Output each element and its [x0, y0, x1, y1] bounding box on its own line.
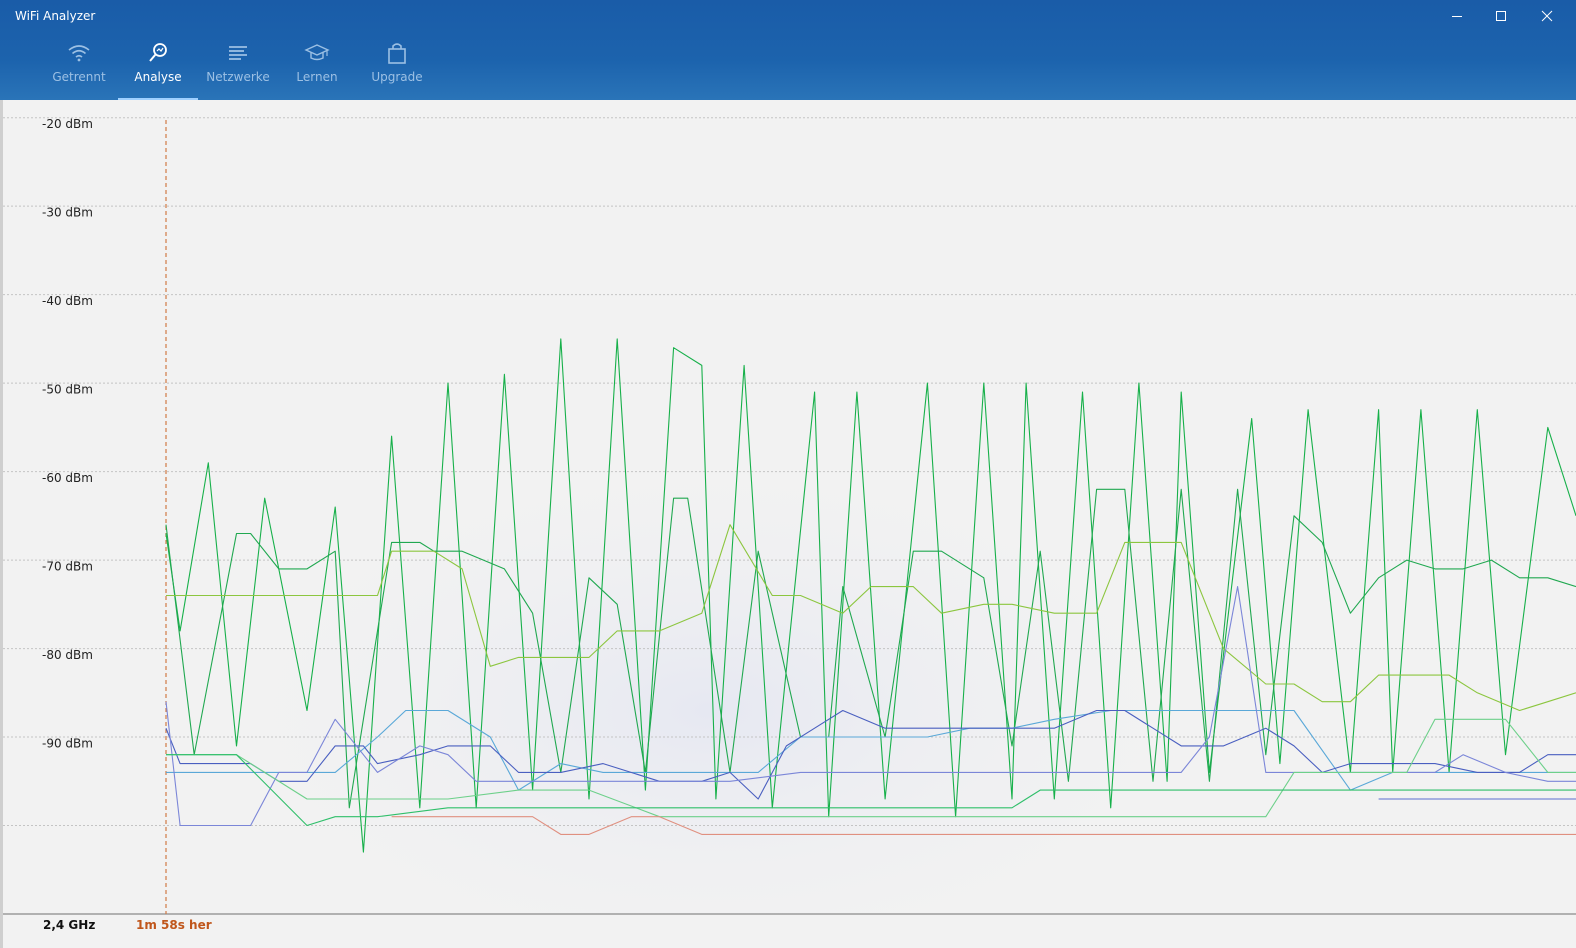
shopping-bag-icon: [388, 43, 406, 64]
chart-background: [3, 100, 1576, 914]
tab-netzwerke[interactable]: Netzwerke: [198, 38, 278, 100]
tab-lernen[interactable]: Lernen: [277, 38, 357, 100]
graduation-cap-icon: [304, 44, 330, 61]
signal-chart: -10 dBm-20 dBm-30 dBm-40 dBm-50 dBm-60 d…: [3, 100, 1576, 915]
wifi-icon: [68, 45, 90, 62]
tab-analyse[interactable]: Analyse: [118, 38, 198, 100]
maximize-icon: [1496, 11, 1506, 21]
tab-getrennt[interactable]: Getrennt: [39, 38, 119, 100]
frequency-band-label[interactable]: 2,4 GHz: [43, 918, 95, 932]
y-tick-label: -60 dBm: [42, 471, 93, 485]
y-tick-label: -80 dBm: [42, 648, 93, 662]
tab-label: Analyse: [134, 70, 182, 84]
tab-label: Upgrade: [371, 70, 423, 84]
y-tick-label: -70 dBm: [42, 560, 93, 574]
time-marker-label: 1m 58s her: [136, 918, 212, 932]
minimize-button[interactable]: [1434, 0, 1480, 32]
y-tick-label: -30 dBm: [42, 206, 93, 220]
list-icon: [229, 46, 247, 60]
title-bar: WiFi Analyzer Getrennt Analyse Netzwerke…: [0, 0, 1576, 100]
tab-upgrade[interactable]: Upgrade: [357, 38, 437, 100]
magnifier-icon: [149, 43, 167, 62]
close-icon: [1541, 10, 1553, 22]
minimize-icon: [1452, 16, 1462, 17]
tab-label: Lernen: [296, 70, 338, 84]
y-tick-label: -40 dBm: [42, 294, 93, 308]
close-button[interactable]: [1524, 0, 1570, 32]
tab-label: Netzwerke: [206, 70, 270, 84]
maximize-button[interactable]: [1478, 0, 1524, 32]
y-tick-label: -90 dBm: [42, 737, 93, 751]
app-title: WiFi Analyzer: [15, 9, 96, 23]
y-tick-label: -50 dBm: [42, 383, 93, 397]
tab-label: Getrennt: [52, 70, 106, 84]
signal-chart-area: -10 dBm-20 dBm-30 dBm-40 dBm-50 dBm-60 d…: [3, 100, 1576, 948]
y-tick-label: -20 dBm: [42, 117, 93, 131]
